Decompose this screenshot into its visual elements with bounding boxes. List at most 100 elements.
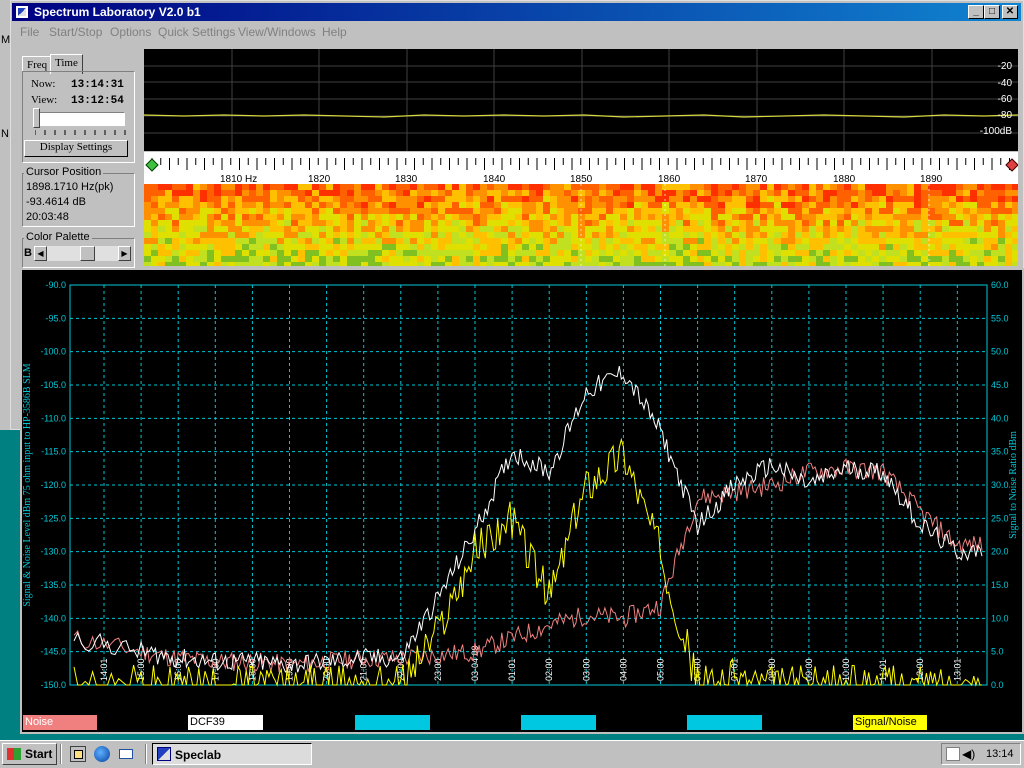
right-tick-label: 15.0 [991, 580, 1009, 590]
task-button-speclab[interactable]: Speclab [152, 743, 312, 765]
speaker-icon[interactable]: ◀) [962, 747, 975, 761]
scroll-left-icon[interactable]: ◀ [34, 246, 47, 261]
frequency-ruler[interactable]: 1810 Hz 1820 1830 1840 1850 1860 1870 18… [144, 152, 1018, 185]
right-tick-label: 55.0 [991, 313, 1009, 323]
task-label: Speclab [175, 748, 222, 762]
spectrum-svg [144, 49, 1018, 151]
time-tick-label: 01:01 [507, 658, 517, 681]
waterfall-svg [144, 184, 1018, 266]
view-value: 13:12:54 [71, 95, 124, 107]
db-label: -100dB [979, 126, 1012, 137]
right-tick-label: 20.0 [991, 547, 1009, 557]
menu-file[interactable]: File [20, 25, 39, 39]
time-tick-label: 03:00 [581, 658, 591, 681]
speclab-icon [157, 747, 171, 761]
left-tick-label: -90.0 [45, 280, 66, 290]
cursor-position-title: Cursor Position [24, 166, 104, 178]
window-title: Spectrum Laboratory V2.0 b1 [34, 5, 201, 19]
right-tick-label: 25.0 [991, 513, 1009, 523]
menu-start-stop[interactable]: Start/Stop [49, 25, 102, 39]
legend-noise[interactable]: Noise [23, 715, 97, 730]
close-button[interactable]: ✕ [1002, 5, 1018, 19]
legend-dcf39[interactable]: DCF39 [188, 715, 263, 730]
app-icon[interactable] [15, 5, 29, 19]
tray-app-icon[interactable] [946, 747, 960, 761]
db-label: -40 [997, 78, 1012, 89]
time-slider-track[interactable] [33, 112, 125, 126]
db-label: -80 [997, 110, 1012, 121]
right-tick-label: 50.0 [991, 347, 1009, 357]
color-palette-title: Color Palette [24, 231, 92, 243]
waterfall-display[interactable] [144, 184, 1018, 266]
time-tick-label: 23:00 [433, 658, 443, 681]
legend-empty-2[interactable] [521, 715, 596, 730]
time-tick-label: 02:00 [544, 658, 554, 681]
legend-signal-noise[interactable]: Signal/Noise [853, 715, 927, 730]
right-tick-label: 45.0 [991, 380, 1009, 390]
show-desktop-icon[interactable] [70, 746, 86, 762]
spectrum-graph[interactable]: -20 -40 -60 -80 -100dB [144, 49, 1018, 151]
cursor-level: -93.4614 dB [26, 196, 86, 208]
scroll-right-icon[interactable]: ▶ [118, 246, 131, 261]
cursor-time: 20:03:48 [26, 211, 69, 223]
left-tick-label: -100.0 [40, 347, 66, 357]
right-tick-label: 10.0 [991, 613, 1009, 623]
legend-empty-3[interactable] [687, 715, 762, 730]
right-tick-label: 35.0 [991, 447, 1009, 457]
left-tick-label: -105.0 [40, 380, 66, 390]
windows-logo-icon [7, 748, 21, 760]
menu-help[interactable]: Help [322, 25, 347, 39]
right-tick-label: 40.0 [991, 413, 1009, 423]
menu-options[interactable]: Options [110, 25, 151, 39]
right-axis-title: Signal to Noise Ratio dBm [1008, 431, 1019, 539]
taskbar-separator [145, 744, 147, 764]
legend-empty-1[interactable] [355, 715, 430, 730]
display-settings-button[interactable]: Display Settings [24, 140, 128, 157]
minimize-button[interactable]: _ [968, 5, 984, 19]
right-tick-label: 0.0 [991, 680, 1004, 690]
left-tick-label: -95.0 [45, 313, 66, 323]
left-tick-label: -110.0 [41, 413, 66, 423]
left-tick-label: -130.0 [40, 547, 66, 557]
internet-explorer-icon[interactable] [94, 746, 110, 762]
right-tick-label: 5.0 [991, 647, 1004, 657]
view-label: View: [31, 94, 58, 106]
right-tick-label: 60.0 [991, 280, 1009, 290]
title-bar[interactable]: Spectrum Laboratory V2.0 b1 _ □ ✕ [12, 3, 1021, 21]
menu-bar: File Start/Stop Options Quick Settings V… [14, 22, 1022, 42]
time-tick-label: 15:00 [136, 658, 146, 681]
time-slider-thumb[interactable] [33, 108, 40, 128]
now-value: 13:14:31 [71, 79, 124, 91]
menu-quick-settings[interactable]: Quick Settings [158, 25, 235, 39]
time-tick-label: 14:01 [99, 658, 109, 681]
left-axis-title: Signal & Noise Level dBm 75 ohm input to… [22, 363, 33, 606]
slider-ticks [35, 130, 126, 135]
left-tick-label: -140.0 [40, 613, 66, 623]
time-tick-label: 10:00 [841, 658, 851, 681]
left-tick-label: -125.0 [40, 513, 66, 523]
db-label: -20 [997, 61, 1012, 72]
time-tick-label: 11:01 [878, 659, 888, 681]
palette-scroll-thumb[interactable] [80, 246, 95, 261]
left-tick-label: -115.0 [41, 447, 66, 457]
background-letter: N [1, 128, 9, 140]
taskbar-separator [60, 744, 62, 764]
background-window-edge: M N [0, 0, 10, 430]
cursor-frequency: 1898.1710 Hz(pk) [26, 181, 114, 193]
system-tray: ◀) 13:14 [941, 743, 1021, 765]
start-label: Start [25, 747, 53, 761]
start-button[interactable]: Start [2, 743, 57, 765]
time-plot-svg: -90.0 -95.0 -100.0 -105.0 -110.0 -115.0 -120.0… [22, 280, 1019, 690]
time-plot-window[interactable]: -90.0 -95.0 -100.0 -105.0 -110.0 -115.0 -120.0… [20, 268, 1024, 734]
maximize-button[interactable]: □ [984, 5, 1000, 19]
time-tick-label: 05:00 [656, 658, 666, 681]
left-tick-label: -135.0 [40, 580, 66, 590]
time-tick-label: 13:01 [952, 658, 962, 681]
db-label: -60 [997, 94, 1012, 105]
time-tick-label: 04:00 [618, 658, 628, 681]
now-label: Now: [31, 78, 56, 90]
menu-view-windows[interactable]: View/Windows [238, 25, 316, 39]
outlook-express-icon[interactable] [118, 746, 134, 762]
background-letter: M [1, 34, 11, 46]
clock[interactable]: 13:14 [986, 748, 1014, 760]
